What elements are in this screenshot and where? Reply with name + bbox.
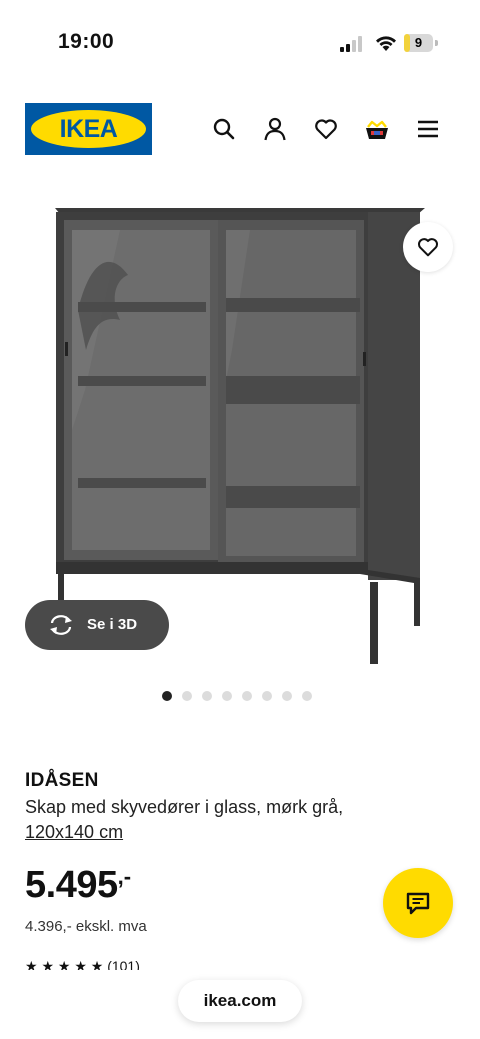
pagination-dot-8[interactable] bbox=[302, 691, 312, 701]
chat-button[interactable] bbox=[383, 868, 453, 938]
browser-url[interactable]: ikea.com bbox=[178, 980, 302, 1022]
status-time: 19:00 bbox=[58, 30, 115, 53]
chat-icon bbox=[406, 892, 430, 915]
site-header: IKEA bbox=[0, 100, 480, 160]
price-excl-vat: 4.396,- ekskl. mva bbox=[25, 918, 147, 935]
wifi-icon bbox=[376, 36, 396, 51]
cellular-signal-icon bbox=[340, 36, 362, 52]
account-icon[interactable] bbox=[262, 116, 288, 142]
price-value: 5.495 bbox=[25, 864, 118, 906]
menu-icon[interactable] bbox=[415, 116, 441, 142]
product-rating[interactable]: ★ ★ ★ ★ ★ (101) bbox=[25, 958, 140, 970]
price-suffix: ,- bbox=[117, 864, 132, 889]
product-name: IDÅSEN bbox=[25, 770, 99, 791]
pagination-dot-4[interactable] bbox=[222, 691, 232, 701]
pagination-dot-6[interactable] bbox=[262, 691, 272, 701]
product-size-link[interactable]: 120x140 cm bbox=[25, 822, 123, 843]
logo-text: IKEA bbox=[59, 115, 118, 143]
battery-level: 9 bbox=[414, 35, 423, 50]
view-in-3d-label: Se i 3D bbox=[87, 616, 138, 633]
search-icon[interactable] bbox=[211, 116, 237, 142]
view-in-3d-button[interactable]: Se i 3D bbox=[25, 600, 169, 650]
basket-icon[interactable] bbox=[364, 116, 390, 142]
pagination-dot-5[interactable] bbox=[242, 691, 252, 701]
pagination-dot-3[interactable] bbox=[202, 691, 212, 701]
rotate-3d-icon bbox=[50, 615, 72, 635]
ikea-logo[interactable]: IKEA bbox=[25, 103, 152, 155]
battery-indicator: 9 bbox=[404, 34, 438, 52]
product-price: 5.495,- bbox=[25, 864, 131, 907]
product-description: Skap med skyvedører i glass, mørk grå, bbox=[25, 797, 344, 817]
heart-icon[interactable] bbox=[313, 116, 339, 142]
status-bar: 19:00 9 bbox=[0, 0, 480, 90]
pagination-dot-2[interactable] bbox=[182, 691, 192, 701]
pagination-dot-7[interactable] bbox=[282, 691, 292, 701]
heart-icon bbox=[417, 238, 439, 257]
pagination-dot-1[interactable] bbox=[162, 691, 172, 701]
add-to-favourites-button[interactable] bbox=[403, 222, 453, 272]
image-pagination[interactable] bbox=[162, 691, 312, 701]
